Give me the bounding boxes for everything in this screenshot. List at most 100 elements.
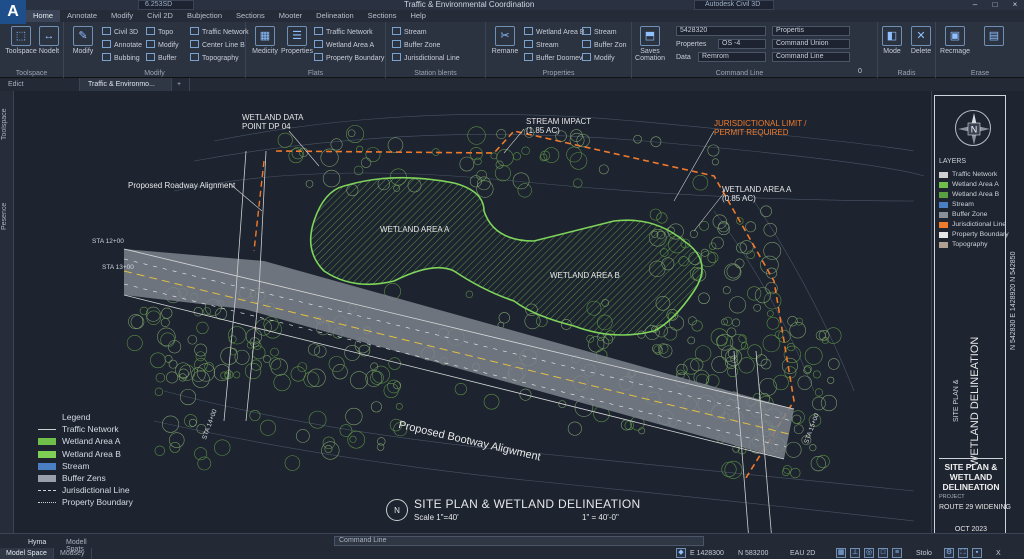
quick-access-field[interactable]: 6.253SD <box>138 0 194 10</box>
tree-symbol <box>154 387 164 396</box>
buffer-zone-button[interactable]: Buffer Zone <box>392 40 440 51</box>
grid-toggle-icon[interactable]: ▦ <box>836 548 846 558</box>
polar-toggle-icon[interactable]: ◎ <box>864 548 874 558</box>
menu-delineation[interactable]: Delineation <box>309 10 361 22</box>
tab-toolspace[interactable]: Toolspace <box>1 99 13 149</box>
tab-model-space[interactable]: Hyma <box>28 539 46 546</box>
prop-stream2-button[interactable]: Stream <box>582 27 617 38</box>
buffer-zon-button[interactable]: Buffer Zon <box>582 40 627 51</box>
tab-pesence[interactable]: Pesence <box>1 191 13 241</box>
menu-mooter[interactable]: Mooter <box>272 10 309 22</box>
bubbing-button[interactable]: Bubbing <box>102 53 140 64</box>
lock-icon[interactable]: ▪ <box>972 548 982 558</box>
stream-button[interactable]: Stream <box>392 27 427 38</box>
recmage-button[interactable]: ▣ Recmage <box>936 26 974 55</box>
tree-symbol <box>393 381 402 390</box>
coord-field-3[interactable]: Remrom <box>698 52 766 62</box>
jurisdictional-button[interactable]: Jurisdictional Line <box>392 53 460 64</box>
panel-title: Erase <box>970 70 990 77</box>
menu-civil2d[interactable]: Civil 2D <box>140 10 180 22</box>
modify-button[interactable]: ✎ Modify <box>64 26 102 55</box>
close-icon[interactable]: × <box>1008 0 1022 10</box>
topo-button[interactable]: Topo <box>146 27 173 38</box>
tree-symbol <box>196 321 209 335</box>
layer-row[interactable]: Stream <box>939 200 974 210</box>
mode-button[interactable]: ◧ Mode <box>878 26 906 55</box>
tree-symbol <box>716 335 728 347</box>
buffer-button[interactable]: Buffer <box>146 53 177 64</box>
layer-row[interactable]: Wetland Area A <box>939 180 999 190</box>
menu-sections-2[interactable]: Sections <box>361 10 404 22</box>
flats-traffic-button[interactable]: Traffic Network <box>314 27 373 38</box>
tab-workspace-modsey[interactable]: Modsey <box>54 548 92 559</box>
buffer-doomev-button[interactable]: Buffer Doomev <box>524 53 583 64</box>
lineweight-toggle-icon[interactable]: ≡ <box>892 548 902 558</box>
minimize-icon[interactable]: – <box>968 0 982 10</box>
tree-symbol <box>633 134 642 144</box>
remane-button[interactable]: ✂ Remane <box>486 26 524 55</box>
tree-symbol <box>339 424 353 437</box>
menu-help[interactable]: Help <box>403 10 432 22</box>
close-status-icon[interactable]: X <box>996 548 1001 559</box>
menu-modify[interactable]: Modify <box>104 10 140 22</box>
legend-swatch <box>38 450 56 458</box>
layer-row[interactable]: Buffer Zone <box>939 210 987 220</box>
tab-traffic-environmental[interactable]: Traffic & Environmo... <box>80 78 172 91</box>
tab-workspace-model[interactable]: Model Space <box>0 548 54 559</box>
tree-symbol <box>328 356 345 372</box>
saves-comation-button[interactable]: ⬒ Saves Comation <box>632 26 668 62</box>
menu-annotate[interactable]: Annotate <box>60 10 104 22</box>
nodelt-button[interactable]: ↔ Nodelt <box>34 26 64 55</box>
sheet-title-box: SITE PLAN & WETLAND DELINEATION <box>939 458 1003 492</box>
search-box[interactable]: Autodesk Civil 3D <box>694 0 774 10</box>
settings-icon[interactable]: ⚙ <box>944 548 954 558</box>
layer-row[interactable]: Topography <box>939 240 988 250</box>
tree-symbol <box>203 307 211 316</box>
prop-stream-button[interactable]: Stream <box>524 40 559 51</box>
app-logo[interactable]: A <box>0 0 26 24</box>
modify-small-button[interactable]: Modify <box>146 40 179 51</box>
legend-swatch <box>38 438 56 446</box>
ortho-toggle-icon[interactable]: ⊥ <box>850 548 860 558</box>
properties-button[interactable]: ☰ Properties <box>278 26 316 55</box>
center-line-button[interactable]: Center Line B <box>190 40 245 51</box>
new-tab-icon[interactable]: + <box>172 78 190 91</box>
layer-row[interactable]: Property Boundary <box>939 230 1009 240</box>
tab-edict[interactable]: Edict <box>0 78 80 91</box>
command-line-input[interactable]: Command Line <box>334 536 704 546</box>
mode-indicator[interactable]: EAU 2D <box>790 548 815 559</box>
compass-icon[interactable]: N <box>955 110 991 146</box>
layer-row[interactable]: Wetland Area B <box>939 190 999 200</box>
menu-home[interactable]: Home <box>26 10 61 22</box>
topography-button[interactable]: Topography <box>190 53 239 64</box>
tree-symbol <box>155 372 166 383</box>
osnap-toggle-icon[interactable]: □ <box>878 548 888 558</box>
flats-property-button[interactable]: Property Boundary <box>314 53 384 64</box>
drawing-canvas[interactable]: WETLAND DATA POINT DP 04 STREAM IMPACT (1.… <box>14 91 931 543</box>
fullscreen-icon[interactable]: ⛶ <box>958 548 968 558</box>
coord-field-1[interactable]: 5428320 <box>676 26 766 36</box>
delete-button[interactable]: ✕ Delete <box>906 26 936 55</box>
layer-row[interactable]: Jurisdictional Line <box>939 220 1006 230</box>
wetland-b-button[interactable]: Wetland Area B <box>524 27 585 38</box>
menu-sections[interactable]: Sections <box>229 10 272 22</box>
extra-tool-button[interactable]: ▤ <box>980 26 1008 48</box>
coord-field-2[interactable]: OS -4 <box>718 39 766 49</box>
prop-modify-button[interactable]: Modify <box>582 53 615 64</box>
traffic-network-button[interactable]: Traffic Network <box>190 27 249 38</box>
menu-bubjection[interactable]: Bubjection <box>180 10 229 22</box>
annotate-button[interactable]: Annotate <box>102 40 142 51</box>
toolspace-icon: ⬚ <box>11 26 31 46</box>
flats-wetland-a-button[interactable]: Wetland Area A <box>314 40 374 51</box>
command-line-dropdown[interactable]: Command Line <box>772 52 850 62</box>
tree-symbol <box>766 316 780 330</box>
tree-symbol <box>721 461 737 477</box>
civil3d-button[interactable]: Civil 3D <box>102 27 138 38</box>
command-union-dropdown[interactable]: Command Union <box>772 39 850 49</box>
tree-symbol <box>128 314 144 330</box>
maximize-icon[interactable]: □ <box>988 0 1002 10</box>
properties-dropdown[interactable]: Propertis <box>772 26 850 36</box>
layer-row[interactable]: Traffic Network <box>939 170 997 180</box>
snap-icon[interactable]: ◆ <box>676 548 686 558</box>
style-dropdown[interactable]: Stolo <box>916 548 932 559</box>
